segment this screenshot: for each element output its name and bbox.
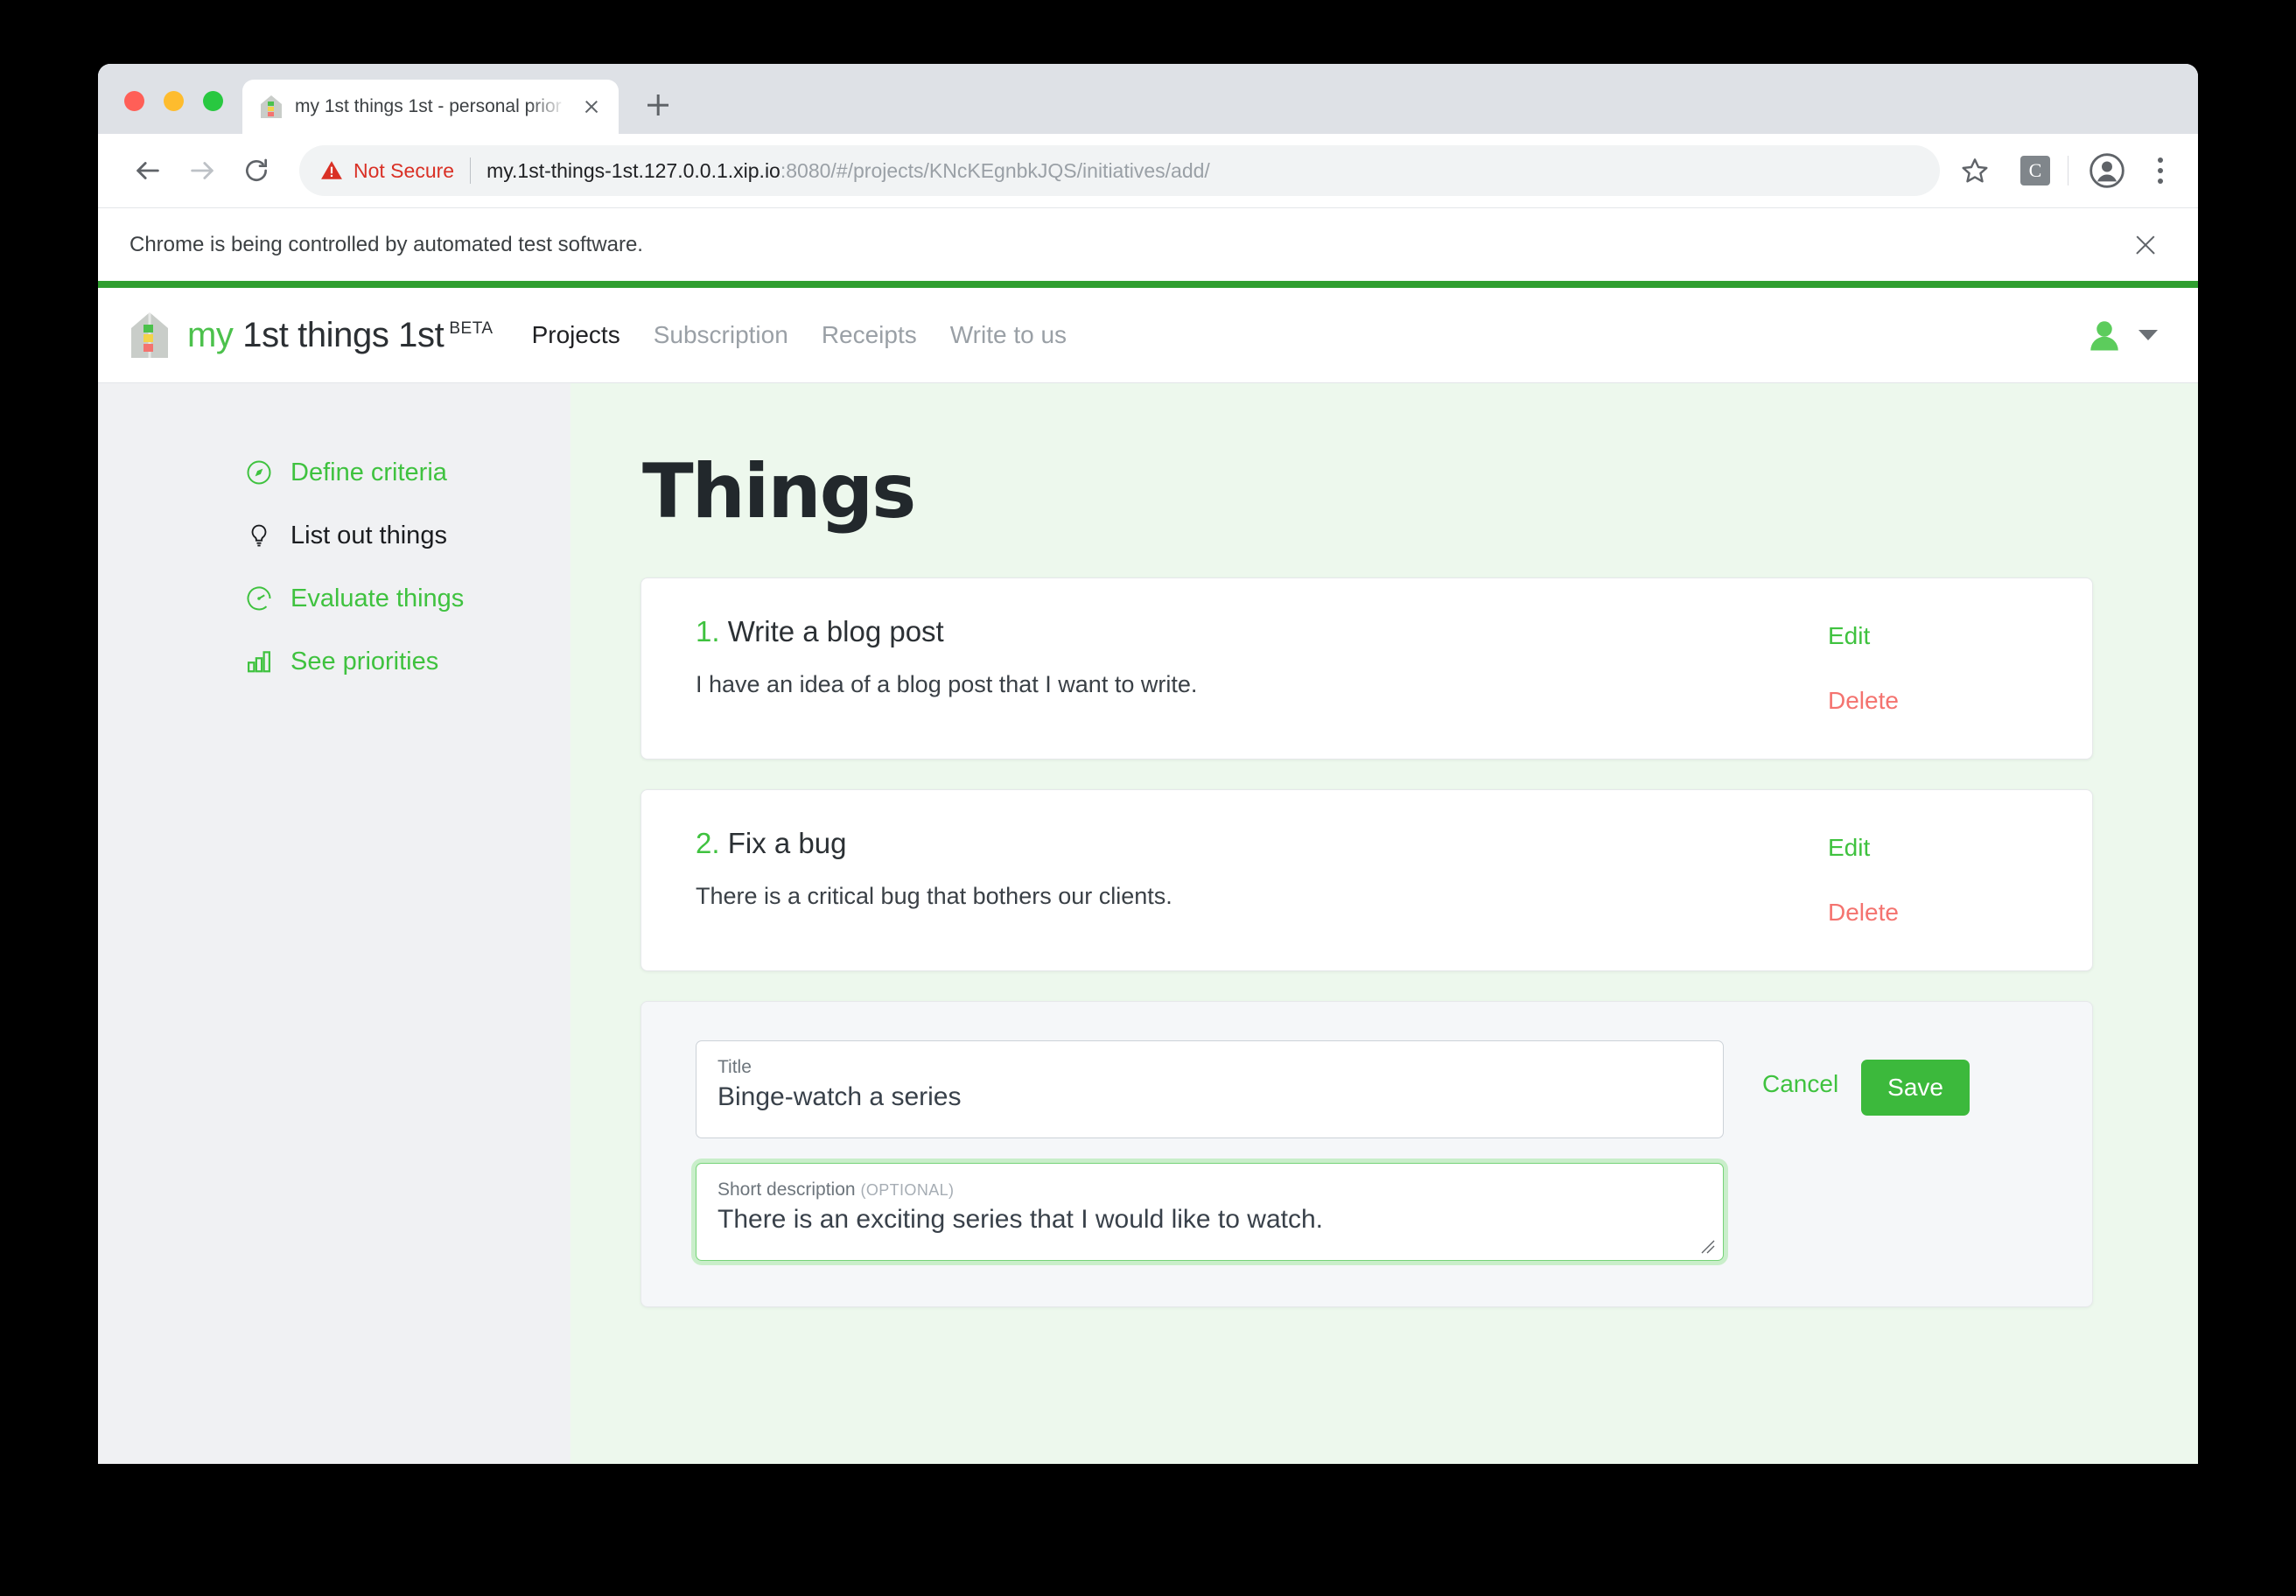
edit-button[interactable]: Edit [1828, 622, 1870, 650]
thing-card-actions: Edit Delete [1789, 615, 2052, 722]
sidebar-item-see-priorities[interactable]: See priorities [98, 630, 570, 693]
automation-infobar: Chrome is being controlled by automated … [98, 207, 2198, 281]
user-avatar-icon[interactable] [2086, 317, 2123, 354]
gauge-icon [245, 584, 273, 612]
thing-title-text: Fix a bug [727, 827, 847, 859]
cancel-button[interactable]: Cancel [1762, 1060, 1838, 1098]
app-body: Define criteria List out things Evaluate… [98, 382, 2198, 1464]
tab-title: my 1st things 1st - personal prior [295, 96, 562, 116]
minimize-window-button[interactable] [164, 91, 184, 111]
maximize-window-button[interactable] [203, 91, 223, 111]
beta-badge: BETA [449, 319, 494, 339]
brand-rest: 1st things 1st [233, 315, 444, 354]
url-path: :8080/#/projects/KNcKEgnbkJQS/initiative… [780, 158, 1210, 182]
form-fields: Title Binge-watch a series Short descrip… [696, 1040, 1724, 1261]
page-top-band [98, 281, 2198, 288]
close-window-button[interactable] [124, 91, 144, 111]
chrome-menu-button[interactable] [2146, 150, 2175, 191]
description-field-label: Short description (OPTIONAL) [718, 1180, 1702, 1200]
account-menu[interactable] [2086, 317, 2158, 354]
security-status-label: Not Secure [354, 158, 455, 182]
app-header: my 1st things 1st BETA Projects Subscript… [98, 288, 2198, 382]
thing-card-body: 2. Fix a bug There is a critical bug tha… [696, 827, 1789, 934]
resize-handle-icon[interactable] [1697, 1236, 1716, 1255]
compass-icon [245, 458, 273, 486]
description-field[interactable]: Short description (OPTIONAL) There is an… [696, 1163, 1724, 1261]
thing-card: 1. Write a blog post I have an idea of a… [640, 578, 2093, 760]
back-button[interactable] [121, 144, 175, 198]
url-text: my.1st-things-1st.127.0.0.1.xip.io:8080/… [486, 159, 1210, 183]
sidebar-label: See priorities [290, 647, 439, 676]
optional-tag: (OPTIONAL) [860, 1181, 955, 1199]
thing-title: 1. Write a blog post [696, 615, 1789, 648]
thing-title-text: Write a blog post [727, 615, 944, 648]
title-input[interactable]: Binge-watch a series [718, 1082, 1702, 1112]
thing-title: 2. Fix a bug [696, 827, 1789, 860]
delete-button[interactable]: Delete [1828, 687, 1899, 715]
main-nav: Projects Subscription Receipts Write to … [532, 321, 1068, 349]
reload-button[interactable] [229, 144, 284, 198]
sidebar-item-list-out-things[interactable]: List out things [98, 504, 570, 567]
house-icon [260, 94, 283, 119]
brand-my: my [187, 315, 234, 354]
description-label-text: Short description [718, 1180, 856, 1200]
web-app: my 1st things 1st BETA Projects Subscript… [98, 288, 2198, 1464]
address-bar[interactable]: Not Secure my.1st-things-1st.127.0.0.1.x… [299, 145, 1940, 196]
chevron-down-icon[interactable] [2138, 330, 2158, 340]
window-controls [98, 91, 223, 134]
add-thing-form: Title Binge-watch a series Short descrip… [640, 1001, 2093, 1307]
screen: my 1st things 1st - personal prior Not S… [0, 0, 2296, 1596]
thing-description: There is a critical bug that bothers our… [696, 883, 1172, 909]
omnibox-divider [470, 158, 472, 184]
form-actions: Cancel Save [1724, 1040, 1986, 1261]
chrome-profile-icon[interactable] [2090, 153, 2124, 188]
sidebar-label: List out things [290, 521, 447, 550]
bookmark-star-icon[interactable] [1952, 148, 1998, 193]
browser-tab[interactable]: my 1st things 1st - personal prior [242, 80, 619, 134]
sidebar-item-evaluate-things[interactable]: Evaluate things [98, 567, 570, 630]
title-field-label: Title [718, 1057, 752, 1077]
thing-number: 1. [696, 615, 720, 648]
brand-text: my 1st things 1st BETA [187, 316, 494, 355]
edit-button[interactable]: Edit [1828, 834, 1870, 862]
description-input[interactable]: There is an exciting series that I would… [718, 1205, 1702, 1235]
thing-description: I have an idea of a blog post that I wan… [696, 671, 1198, 697]
thing-card-actions: Edit Delete [1789, 827, 2052, 934]
automation-infobar-text: Chrome is being controlled by automated … [130, 232, 643, 256]
tab-strip: my 1st things 1st - personal prior [98, 64, 2198, 134]
lightbulb-icon [245, 522, 273, 550]
nav-item-receipts[interactable]: Receipts [822, 321, 917, 349]
thing-number: 2. [696, 827, 720, 859]
nav-item-subscription[interactable]: Subscription [654, 321, 788, 349]
sidebar-label: Define criteria [290, 458, 447, 486]
close-tab-button[interactable] [578, 94, 605, 120]
nav-item-projects[interactable]: Projects [532, 321, 620, 349]
thing-card-body: 1. Write a blog post I have an idea of a… [696, 615, 1789, 722]
sidebar: Define criteria List out things Evaluate… [98, 382, 570, 1464]
browser-toolbar: Not Secure my.1st-things-1st.127.0.0.1.x… [98, 134, 2198, 207]
not-secure-warning-icon [320, 159, 343, 182]
page-title: Things [642, 448, 916, 536]
save-button[interactable]: Save [1861, 1060, 1970, 1116]
bar-chart-icon [245, 648, 273, 676]
nav-item-write-to-us[interactable]: Write to us [950, 321, 1067, 349]
title-field[interactable]: Title Binge-watch a series [696, 1040, 1724, 1138]
house-logo-icon [130, 311, 170, 360]
extension-icon[interactable]: C [2020, 156, 2050, 186]
thing-card: 2. Fix a bug There is a critical bug tha… [640, 789, 2093, 971]
sidebar-item-define-criteria[interactable]: Define criteria [98, 441, 570, 504]
browser-window: my 1st things 1st - personal prior Not S… [98, 64, 2198, 1464]
sidebar-label: Evaluate things [290, 584, 465, 612]
brand-logo[interactable]: my 1st things 1st BETA [130, 311, 494, 360]
forward-button[interactable] [175, 144, 229, 198]
delete-button[interactable]: Delete [1828, 899, 1899, 927]
url-host: my.1st-things-1st.127.0.0.1.xip.io [486, 158, 780, 182]
close-infobar-button[interactable] [2128, 228, 2163, 262]
new-tab-button[interactable] [638, 85, 678, 125]
main-content: Things 1. Write a blog post I have an id… [570, 382, 2198, 1464]
